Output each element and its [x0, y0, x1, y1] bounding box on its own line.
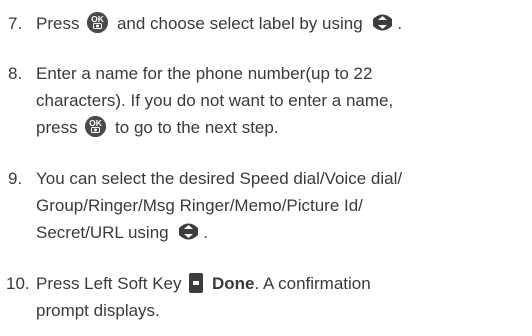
line-text: .: [397, 14, 403, 33]
step-text: Press OK and choose select label by usin…: [36, 10, 532, 37]
line-text: .: [203, 223, 209, 242]
step-text: Enter a name for the phone number(up to …: [36, 60, 532, 141]
line-text: to go to the next step.: [115, 118, 279, 137]
svg-text:OK: OK: [91, 14, 105, 24]
line-text: and choose select label by using: [116, 14, 363, 33]
manual-page: 7. Press OK and choose select label by u…: [0, 0, 532, 336]
svg-text:OK: OK: [89, 118, 103, 128]
step-line: prompt displays.: [36, 301, 160, 320]
done-label: Done: [211, 274, 255, 293]
step-line: Press Left Soft Key Done. A confirmation: [36, 270, 532, 297]
step-line: Enter a name for the phone number(up to …: [36, 64, 373, 83]
step-number: 9.: [8, 169, 23, 188]
ok-camera-key-icon: OK: [87, 12, 109, 33]
left-soft-key-icon: [189, 273, 204, 293]
step-line: Press OK and choose select label by usin…: [36, 10, 532, 37]
line-text: press: [36, 118, 78, 137]
line-text: Press Left Soft Key: [36, 274, 182, 293]
step-line: You can select the desired Speed dial/Vo…: [36, 169, 403, 188]
step-number: 8.: [8, 64, 23, 83]
step-line: characters). If you do not want to enter…: [36, 91, 394, 110]
step-line: Group/Ringer/Msg Ringer/Memo/Picture Id/: [36, 196, 363, 215]
step-number: 10.: [6, 274, 30, 293]
line-text: . A confirmation: [254, 274, 371, 293]
navigation-key-icon: [371, 11, 394, 34]
step-text: Press Left Soft Key Done. A confirmation…: [36, 270, 532, 324]
ok-camera-key-icon: OK: [85, 116, 107, 137]
step-line: Secret/URL using .: [36, 219, 532, 246]
step-number: 7.: [8, 14, 23, 33]
navigation-key-icon: [177, 220, 200, 243]
step-text: You can select the desired Speed dial/Vo…: [36, 165, 532, 246]
step-line: press OK to go to the next step.: [36, 114, 532, 141]
line-text: Press: [36, 14, 80, 33]
line-text: Secret/URL using: [36, 223, 169, 242]
